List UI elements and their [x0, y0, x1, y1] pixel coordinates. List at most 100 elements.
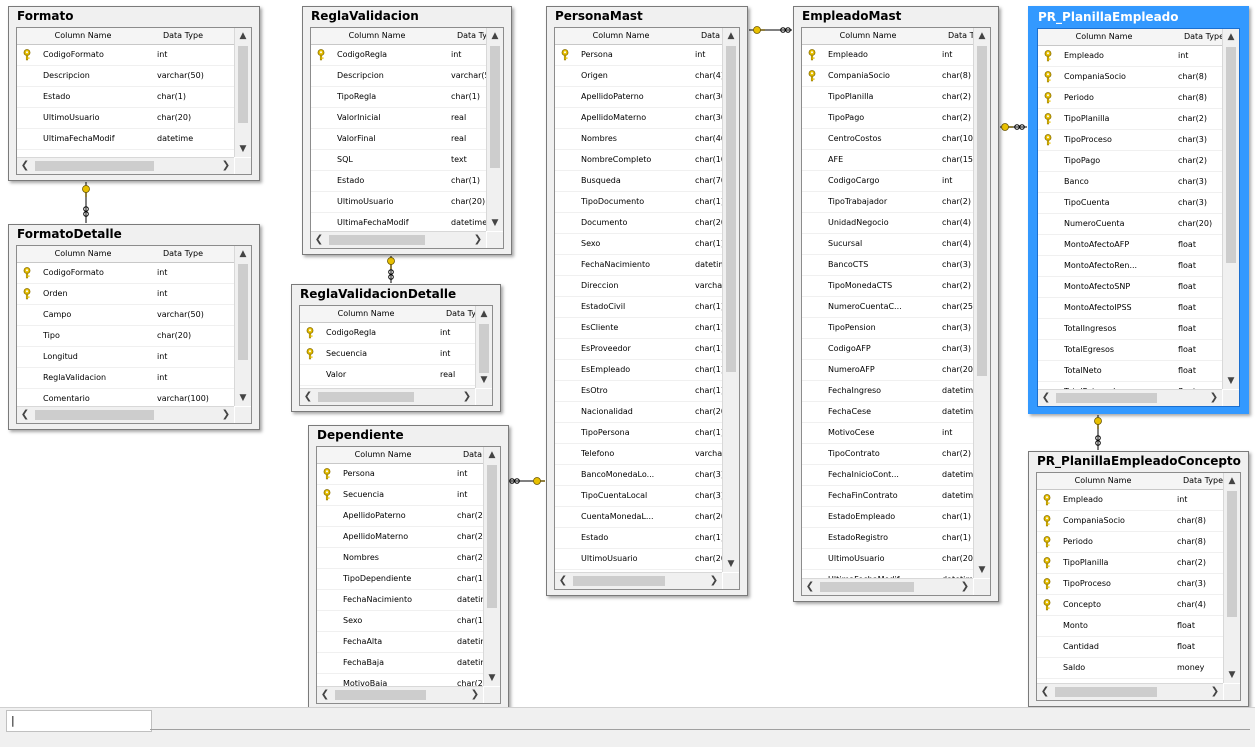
scroll-thumb[interactable]: [487, 465, 497, 609]
scroll-up-icon[interactable]: ▲: [974, 28, 990, 44]
scroll-thumb[interactable]: [318, 392, 415, 402]
column-row[interactable]: NumeroCuentaC... char(25): [802, 297, 973, 318]
column-row[interactable]: Secuencia int: [317, 485, 483, 506]
column-row[interactable]: Longitud int: [17, 347, 234, 368]
scroll-up-icon[interactable]: ▲: [476, 306, 492, 322]
scroll-right-icon[interactable]: ❯: [1206, 390, 1222, 406]
column-row[interactable]: ApellidoMaterno char(30): [555, 108, 722, 129]
column-row[interactable]: EsProveedor char(1): [555, 339, 722, 360]
scroll-thumb[interactable]: [1227, 491, 1237, 617]
scroll-thumb[interactable]: [1226, 47, 1236, 263]
table-title[interactable]: ReglaValidacion: [303, 7, 511, 26]
column-row[interactable]: TipoDocumento char(1): [555, 192, 722, 213]
table-title[interactable]: ReglaValidacionDetalle: [292, 285, 500, 304]
scroll-thumb[interactable]: [35, 161, 155, 171]
column-row[interactable]: TotalPatronalesfloat: [1038, 382, 1222, 389]
column-row[interactable]: Telefono varchar(30): [555, 444, 722, 465]
column-row[interactable]: ValorFinal real: [311, 129, 486, 150]
scroll-right-icon[interactable]: ❯: [467, 687, 483, 703]
vertical-scrollbar[interactable]: ▲ ▼: [234, 28, 251, 157]
column-row[interactable]: TipoProceso char(3): [1038, 130, 1222, 151]
column-row[interactable]: TipoPlanilla char(2): [1038, 109, 1222, 130]
scroll-down-icon[interactable]: ▼: [723, 556, 739, 572]
column-row[interactable]: TotalIngresos float: [1038, 319, 1222, 340]
scroll-right-icon[interactable]: ❯: [957, 579, 973, 595]
scroll-right-icon[interactable]: ❯: [459, 389, 475, 405]
column-row[interactable]: CodigoRegla int: [311, 45, 486, 66]
scroll-thumb[interactable]: [238, 46, 248, 124]
column-row[interactable]: TipoMonedaCTS char(2): [802, 276, 973, 297]
column-row[interactable]: Periodo char(8): [1038, 88, 1222, 109]
horizontal-scrollbar[interactable]: ❮ ❯: [1038, 389, 1222, 406]
column-row[interactable]: UltimaFechaModifdatetime: [311, 213, 486, 231]
scroll-down-icon[interactable]: ▼: [1224, 667, 1240, 683]
scroll-thumb[interactable]: [35, 410, 155, 420]
column-row[interactable]: Concepto char(4): [1037, 595, 1223, 616]
column-row[interactable]: UltimaFechaModifdatetime: [802, 570, 973, 578]
scroll-up-icon[interactable]: ▲: [235, 246, 251, 262]
scroll-thumb[interactable]: [329, 235, 426, 245]
scroll-thumb[interactable]: [573, 576, 665, 586]
scroll-thumb[interactable]: [1055, 687, 1158, 697]
column-row[interactable]: MontoAfectoAFP float: [1038, 235, 1222, 256]
scroll-left-icon[interactable]: ❮: [555, 573, 571, 589]
column-row[interactable]: UltimoUsuario char(20): [17, 108, 234, 129]
column-row[interactable]: CodigoFormato int: [17, 263, 234, 284]
column-row[interactable]: Orden int: [17, 284, 234, 305]
column-row[interactable]: ApellidoPaterno char(25): [317, 506, 483, 527]
column-row[interactable]: Valor real: [300, 365, 475, 386]
scroll-down-icon[interactable]: ▼: [1223, 373, 1239, 389]
column-row[interactable]: BancoMonedaLo... char(3): [555, 465, 722, 486]
scroll-thumb[interactable]: [820, 582, 915, 592]
scroll-thumb[interactable]: [726, 46, 736, 373]
column-row[interactable]: UltimoUsuario char(20): [802, 549, 973, 570]
column-row[interactable]: TipoTrabajador char(2): [802, 192, 973, 213]
column-row[interactable]: UltimoUsuario char(20): [311, 192, 486, 213]
horizontal-scrollbar[interactable]: ❮ ❯: [1037, 683, 1223, 700]
vertical-scrollbar[interactable]: ▲ ▼: [1222, 29, 1239, 389]
scroll-thumb[interactable]: [238, 264, 248, 360]
table-reglavalidacion[interactable]: ReglaValidacion Column Name Data Type Codig…: [302, 6, 512, 255]
scroll-thumb[interactable]: [1056, 393, 1158, 403]
column-row[interactable]: Campo varchar(50): [17, 305, 234, 326]
scroll-up-icon[interactable]: ▲: [235, 28, 251, 44]
scroll-right-icon[interactable]: ❯: [218, 158, 234, 174]
column-row[interactable]: Sucursal char(4): [802, 234, 973, 255]
column-row[interactable]: Empleado int: [1038, 46, 1222, 67]
column-row[interactable]: TotalNeto float: [1038, 361, 1222, 382]
column-row[interactable]: Comentario varchar(100): [17, 389, 234, 406]
table-dependiente[interactable]: Dependiente Column Name Data Type Persona in…: [308, 425, 509, 710]
column-row[interactable]: AFE char(15): [802, 150, 973, 171]
column-row[interactable]: Nombres char(40): [555, 129, 722, 150]
column-row[interactable]: EsEmpleado char(1): [555, 360, 722, 381]
column-row[interactable]: Tipo char(20): [17, 326, 234, 347]
column-row[interactable]: CompaniaSocio char(8): [802, 66, 973, 87]
column-row[interactable]: TipoPension char(3): [802, 318, 973, 339]
horizontal-scrollbar[interactable]: ❮ ❯: [317, 686, 483, 703]
scroll-left-icon[interactable]: ❮: [311, 232, 327, 248]
scroll-thumb[interactable]: [977, 46, 987, 376]
column-row[interactable]: TipoPago char(2): [802, 108, 973, 129]
column-row[interactable]: Secuencia int: [300, 344, 475, 365]
scroll-up-icon[interactable]: ▲: [723, 28, 739, 44]
scroll-down-icon[interactable]: ▼: [235, 390, 251, 406]
column-row[interactable]: Empleado int: [802, 45, 973, 66]
column-row[interactable]: ApellidoMaterno char(25): [317, 527, 483, 548]
scroll-thumb[interactable]: [335, 690, 427, 700]
column-row[interactable]: FechaIngreso datetime: [802, 381, 973, 402]
scroll-thumb[interactable]: [479, 324, 489, 374]
column-row[interactable]: TipoProceso char(3): [1037, 574, 1223, 595]
column-row[interactable]: CompaniaSocio char(8): [1037, 511, 1223, 532]
column-row[interactable]: MontoAfectoRen... float: [1038, 256, 1222, 277]
column-row[interactable]: BancoCTS char(3): [802, 255, 973, 276]
column-row[interactable]: TipoPago char(2): [1038, 151, 1222, 172]
scroll-left-icon[interactable]: ❮: [1038, 390, 1054, 406]
column-row[interactable]: EstadoEmpleado char(1): [802, 507, 973, 528]
column-row[interactable]: TipoContrato char(2): [802, 444, 973, 465]
horizontal-scrollbar[interactable]: ❮ ❯: [555, 572, 722, 589]
column-row[interactable]: Estado char(1): [311, 171, 486, 192]
column-row[interactable]: Nombres char(25): [317, 548, 483, 569]
scroll-up-icon[interactable]: ▲: [1223, 29, 1239, 45]
scroll-up-icon[interactable]: ▲: [487, 28, 503, 44]
scroll-down-icon[interactable]: ▼: [487, 215, 503, 231]
